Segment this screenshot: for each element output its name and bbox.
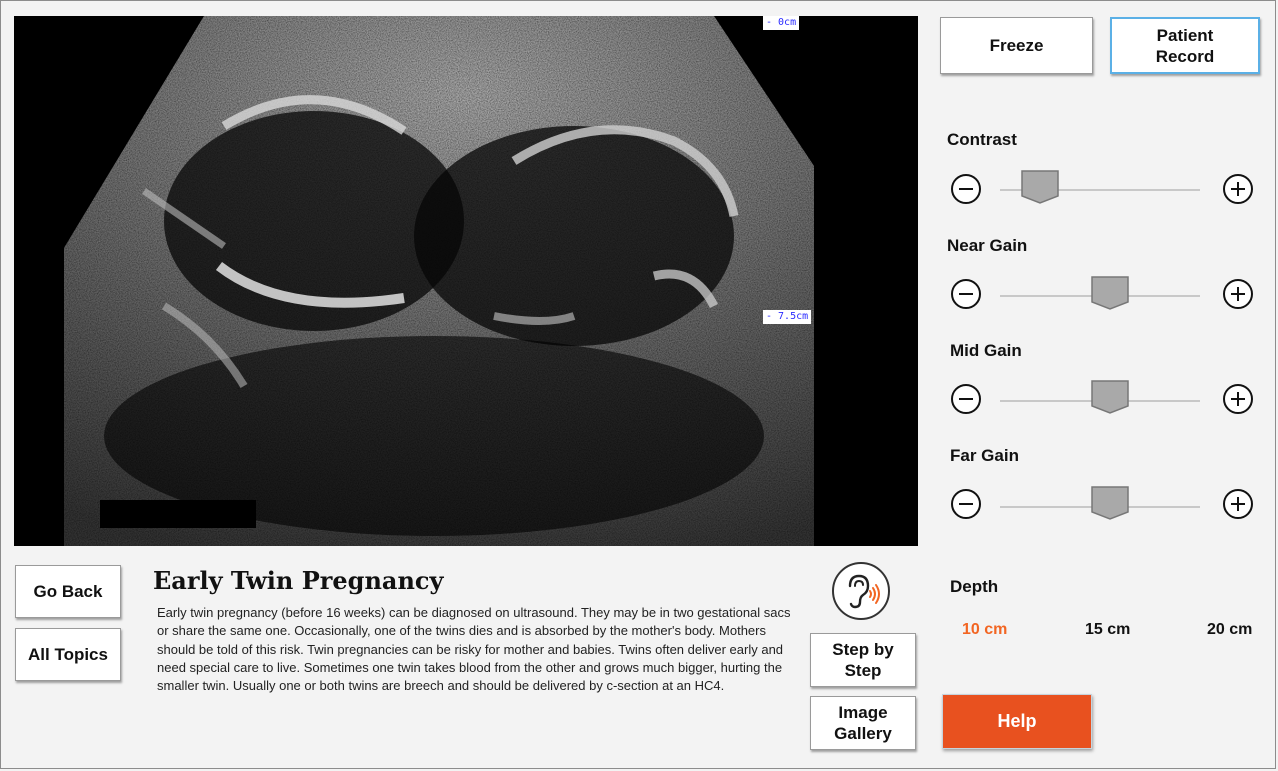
depth-marker-top: - 0cm	[763, 16, 800, 30]
topic-description: Early twin pregnancy (before 16 weeks) c…	[157, 605, 791, 694]
mid-gain-slider-thumb[interactable]	[1091, 380, 1129, 414]
far-gain-minus-icon[interactable]	[951, 489, 981, 519]
far-gain-plus-icon[interactable]	[1223, 489, 1253, 519]
freeze-button[interactable]: Freeze	[940, 17, 1093, 74]
near-gain-minus-icon[interactable]	[951, 279, 981, 309]
depth-marker-mid: - 7.5cm	[763, 310, 812, 324]
contrast-plus-icon[interactable]	[1223, 174, 1253, 204]
ear-audio-icon[interactable]	[832, 562, 890, 620]
far-gain-label: Far Gain	[950, 446, 1019, 465]
depth-option-20cm[interactable]: 20 cm	[1207, 621, 1252, 639]
contrast-minus-icon[interactable]	[951, 174, 981, 204]
go-back-button[interactable]: Go Back	[15, 565, 121, 618]
near-gain-label: Near Gain	[947, 236, 1028, 255]
far-gain-slider-thumb[interactable]	[1091, 486, 1129, 520]
mid-gain-minus-icon[interactable]	[951, 384, 981, 414]
patient-record-button[interactable]: Patient Record	[1110, 17, 1260, 74]
ultrasound-viewport[interactable]: - 0cm - 7.5cm	[14, 16, 918, 546]
help-button[interactable]: Help	[942, 694, 1092, 749]
mid-gain-plus-icon[interactable]	[1223, 384, 1253, 414]
redaction-box	[100, 500, 256, 528]
step-by-step-button[interactable]: Step by Step	[810, 633, 916, 687]
ultrasound-image	[14, 16, 918, 546]
contrast-slider-thumb[interactable]	[1021, 170, 1059, 204]
contrast-label: Contrast	[947, 130, 1017, 149]
near-gain-slider-thumb[interactable]	[1091, 276, 1129, 310]
depth-label: Depth	[950, 577, 999, 596]
depth-option-10cm[interactable]: 10 cm	[962, 621, 1007, 639]
all-topics-button[interactable]: All Topics	[15, 628, 121, 681]
near-gain-plus-icon[interactable]	[1223, 279, 1253, 309]
topic-title: Early Twin Pregnancy	[153, 566, 444, 595]
mid-gain-label: Mid Gain	[950, 341, 1022, 360]
depth-option-15cm[interactable]: 15 cm	[1085, 621, 1130, 639]
image-gallery-button[interactable]: Image Gallery	[810, 696, 916, 750]
